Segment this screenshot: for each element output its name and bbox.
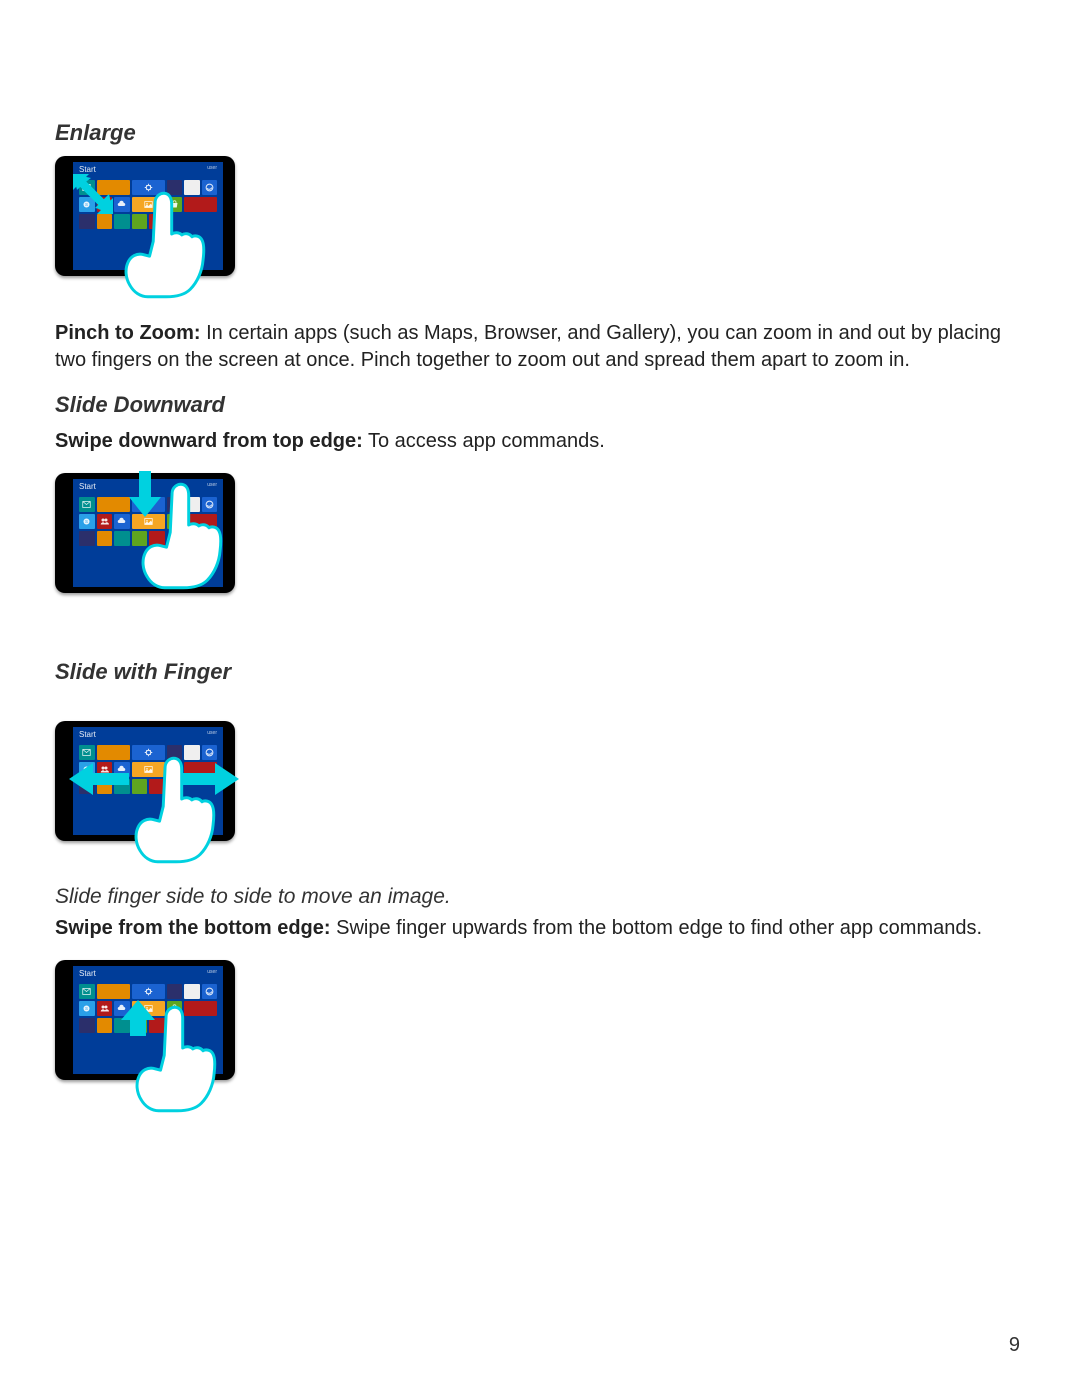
para-rest: Swipe finger upwards from the bottom edg… (331, 917, 982, 939)
left-right-arrow-icon (69, 759, 239, 799)
tile (184, 514, 217, 529)
tile (97, 531, 113, 546)
tile (167, 984, 183, 999)
tile (132, 214, 148, 229)
tile (202, 745, 218, 760)
start-label: Start (79, 969, 96, 978)
tile (79, 531, 95, 546)
tile (132, 745, 165, 760)
tile (184, 497, 200, 512)
tile (97, 1001, 113, 1016)
tile (202, 497, 218, 512)
tile (132, 984, 165, 999)
screen-header: Start user (73, 966, 223, 983)
tile (79, 984, 95, 999)
tile (184, 984, 200, 999)
tile (167, 745, 183, 760)
illustration-slide-down: Start user (55, 473, 245, 623)
start-label: Start (79, 730, 96, 739)
tile (97, 984, 130, 999)
tile (167, 180, 183, 195)
bold-lead: Swipe from the bottom edge: (55, 917, 331, 939)
tile (167, 497, 183, 512)
tile (149, 531, 165, 546)
tile (132, 197, 165, 212)
tile (184, 180, 200, 195)
tile (97, 514, 113, 529)
tile (79, 497, 95, 512)
start-label: Start (79, 165, 96, 174)
bold-lead: Swipe downward from top edge: (55, 430, 363, 452)
para-rest: To access app commands. (363, 430, 605, 452)
enlarge-arrow-icon (73, 174, 119, 220)
bold-lead: Pinch to Zoom: (55, 322, 201, 344)
heading-slide-with-finger: Slide with Finger (55, 659, 1025, 685)
up-arrow-icon (119, 1000, 157, 1036)
tile (149, 214, 165, 229)
tile (79, 1018, 95, 1033)
user-label: user (207, 482, 217, 488)
user-label: user (207, 969, 217, 975)
tile (184, 1001, 217, 1016)
tile (79, 1001, 95, 1016)
tile (184, 745, 200, 760)
tile (202, 984, 218, 999)
tile (97, 1018, 113, 1033)
illustration-slide-side: Start user (55, 721, 245, 871)
document-page: Enlarge Start user (0, 0, 1080, 1397)
user-label: user (207, 165, 217, 171)
subline-slide-side: Slide finger side to side to move an ima… (55, 885, 1025, 909)
user-label: user (207, 730, 217, 736)
tile (167, 514, 183, 529)
tile (167, 197, 183, 212)
tile (97, 745, 130, 760)
tile (79, 745, 95, 760)
screen-header: Start user (73, 727, 223, 744)
tile (132, 180, 165, 195)
start-label: Start (79, 482, 96, 491)
down-arrow-icon (125, 471, 165, 523)
tile (184, 197, 217, 212)
heading-enlarge: Enlarge (55, 120, 1025, 146)
tile (202, 180, 218, 195)
page-number: 9 (1009, 1334, 1020, 1357)
tile (114, 531, 130, 546)
tile (79, 514, 95, 529)
paragraph-pinch-to-zoom: Pinch to Zoom: In certain apps (such as … (55, 320, 1025, 374)
illustration-enlarge: Start user (55, 156, 245, 306)
paragraph-swipe-bottom: Swipe from the bottom edge: Swipe finger… (55, 915, 1025, 942)
heading-slide-downward: Slide Downward (55, 392, 1025, 418)
tile (132, 531, 148, 546)
illustration-slide-up: Start user (55, 960, 245, 1110)
tile (167, 1001, 183, 1016)
paragraph-swipe-down: Swipe downward from top edge: To access … (55, 428, 1025, 455)
